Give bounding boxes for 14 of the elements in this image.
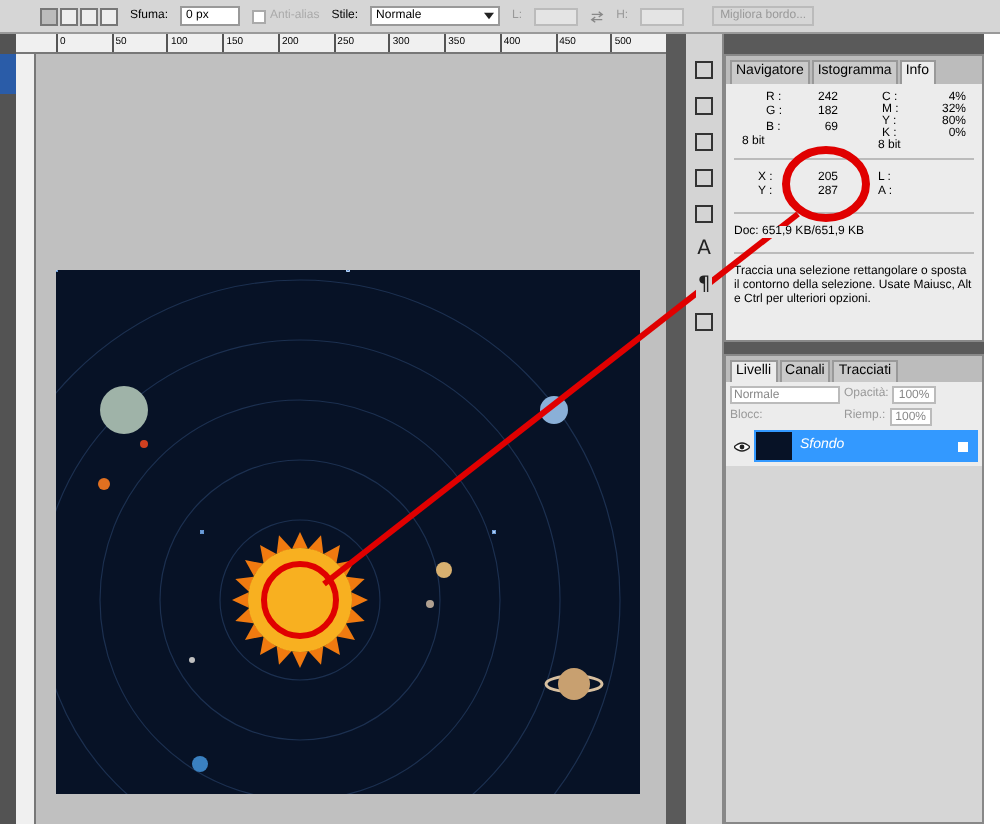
highlight-circle	[782, 146, 870, 222]
panel-icon[interactable]	[692, 130, 716, 154]
eye-icon[interactable]	[734, 441, 750, 451]
layer-thumbnail	[756, 432, 792, 460]
panel-button[interactable]: ¶	[695, 274, 713, 298]
panel-icon[interactable]	[692, 94, 716, 118]
panel-icon[interactable]	[692, 166, 716, 190]
height-field[interactable]	[640, 7, 685, 25]
panel-icon[interactable]	[692, 58, 716, 82]
panel-icon[interactable]	[692, 310, 716, 334]
panel-icon[interactable]	[692, 202, 716, 226]
caret-icon	[484, 12, 495, 20]
target-circle	[261, 561, 339, 639]
width-field[interactable]	[534, 7, 579, 25]
